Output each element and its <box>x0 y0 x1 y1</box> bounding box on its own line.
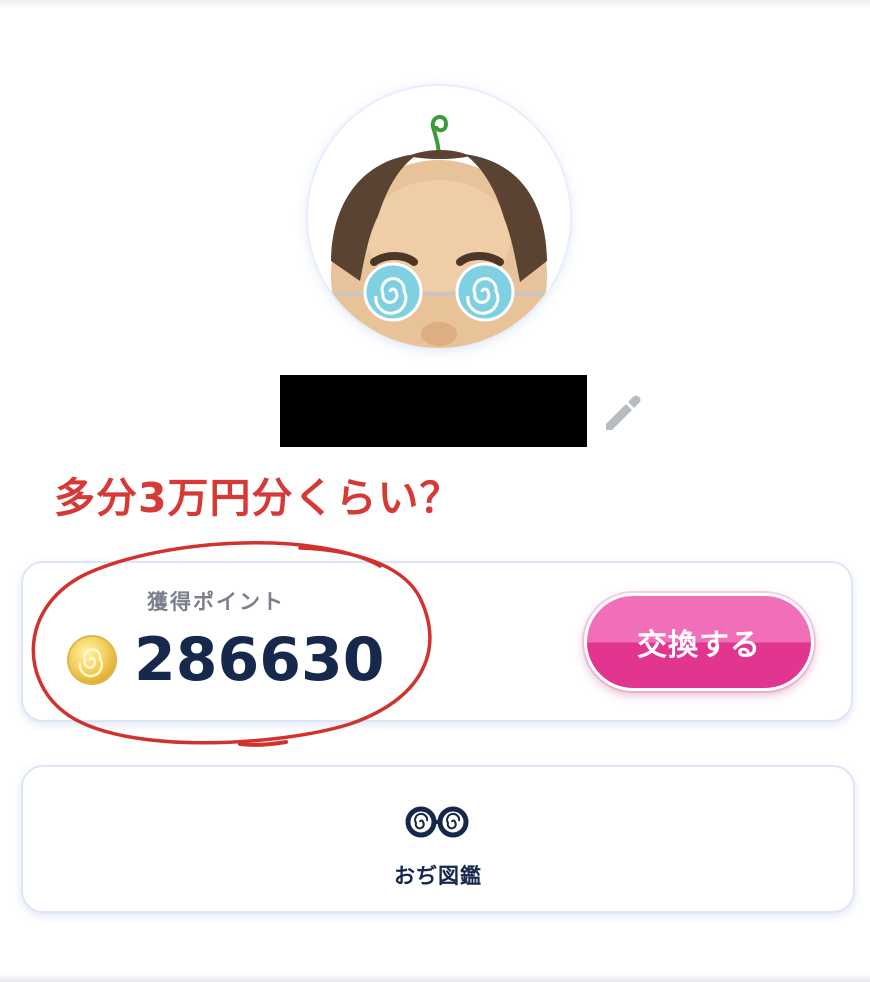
profile-page: 多分3万円分くらい？ 獲得ポイント 286630 交換する おぢ図鑑 <box>0 0 870 982</box>
glasses-icon <box>404 805 470 839</box>
top-edge <box>0 0 870 8</box>
pencil-icon[interactable] <box>600 392 642 432</box>
points-label: 獲得ポイント <box>147 590 285 614</box>
annotation-note: 多分3万円分くらい？ <box>54 474 462 522</box>
encyclopedia-label: おぢ図鑑 <box>394 864 482 888</box>
points-value: 286630 <box>134 625 385 695</box>
exchange-button-label: 交換する <box>637 628 761 663</box>
exchange-button[interactable]: 交換する <box>584 593 814 691</box>
avatar-character-icon <box>331 114 547 348</box>
avatar <box>308 86 570 348</box>
coin-icon <box>66 634 120 686</box>
bottom-edge <box>0 974 870 982</box>
user-name-redacted <box>280 375 587 447</box>
